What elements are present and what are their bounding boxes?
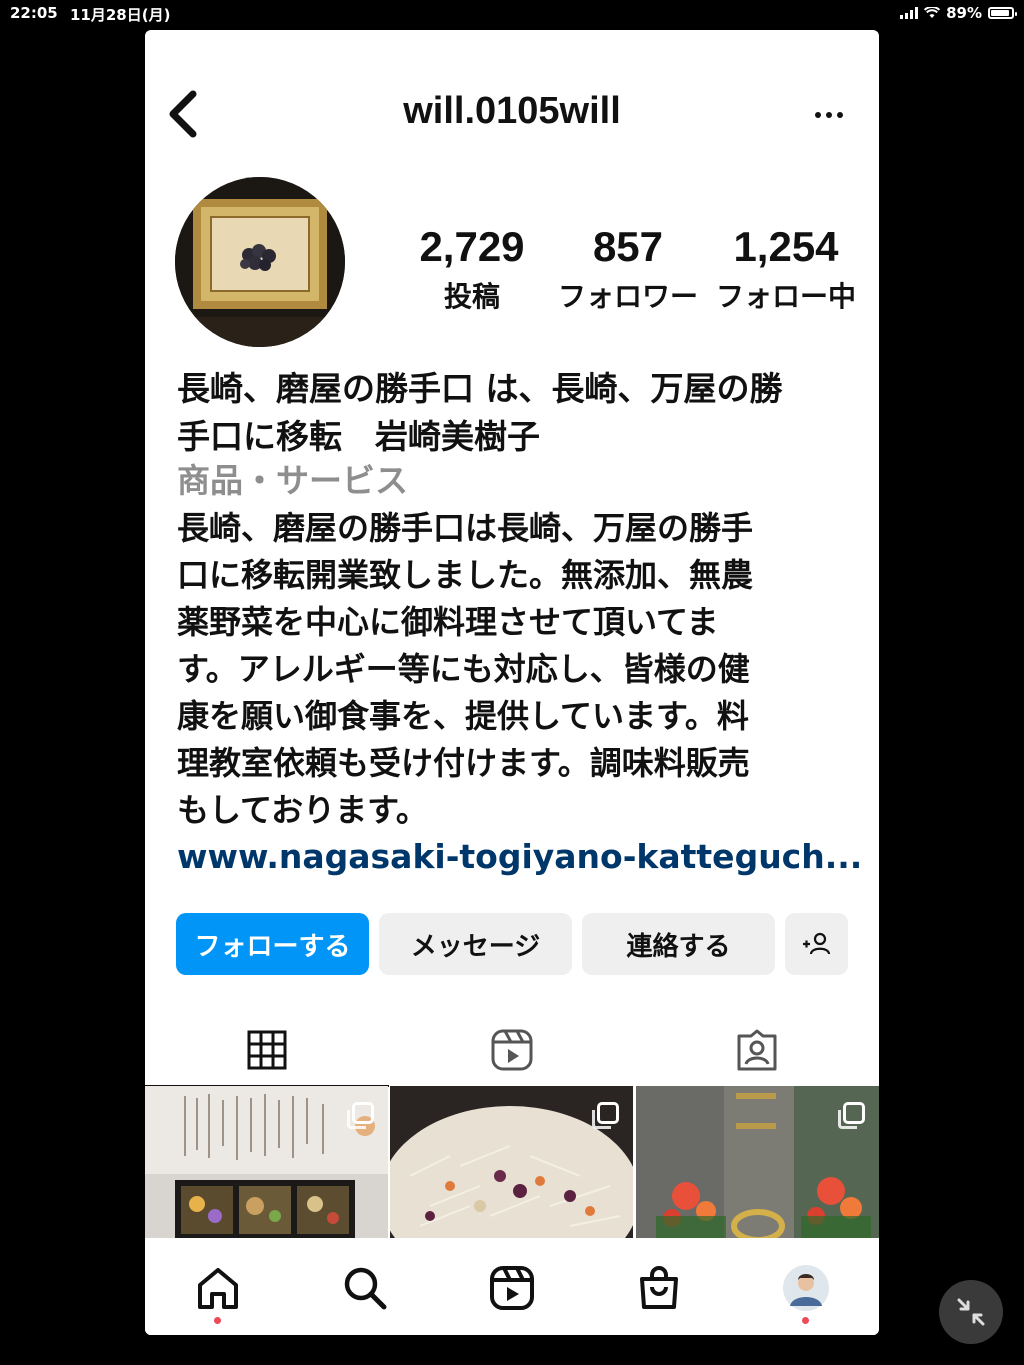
more-dot (815, 112, 821, 118)
profile-avatar (783, 1265, 829, 1311)
stat-value: 857 (592, 223, 664, 270)
cellular-signal-icon (900, 7, 919, 19)
grid-post-1[interactable] (145, 1086, 388, 1238)
tab-posts-grid[interactable] (145, 1015, 389, 1087)
contact-button[interactable]: 連絡する (582, 913, 775, 975)
nav-home[interactable] (188, 1258, 248, 1324)
notification-dot (214, 1317, 221, 1324)
instagram-profile-screen: will.0105will 2,729 投稿 857 フォロワー 1,254 フ… (145, 30, 879, 1335)
nav-profile[interactable] (776, 1258, 836, 1324)
tab-reels[interactable] (390, 1015, 634, 1085)
carousel-icon (838, 1102, 865, 1129)
add-person-icon (802, 932, 830, 955)
description-line: 口に移転開業致しました。無添加、無農 (177, 556, 754, 594)
post-grid (145, 1086, 879, 1238)
stat-value: 2,729 (419, 223, 525, 270)
tab-tagged[interactable] (635, 1015, 879, 1085)
wifi-icon (924, 7, 941, 18)
profile-header: will.0105will (145, 80, 879, 150)
name-line: 手口に移転 岩崎美樹子 (177, 417, 540, 456)
stat-label: フォロワー (557, 280, 698, 313)
grid-icon (247, 1030, 287, 1070)
battery-icon (988, 7, 1017, 19)
profile-username: will.0105will (403, 90, 621, 132)
home-icon (198, 1268, 238, 1309)
status-bar: 22:05 11月28日(月) 89% (0, 0, 1024, 28)
stat-label: 投稿 (443, 280, 500, 313)
nav-search[interactable] (335, 1258, 395, 1318)
description-line: 理教室依頼も受け付けます。調味料販売 (177, 744, 750, 782)
status-date: 11月28日(月) (70, 6, 171, 24)
battery-percent: 89% (946, 4, 982, 22)
description-line: 薬野菜を中心に御料理させて頂いてま (177, 603, 719, 641)
reels-icon (490, 1266, 534, 1310)
shop-icon (640, 1266, 678, 1309)
stat-value: 1,254 (733, 223, 839, 270)
posts-count[interactable]: 2,729 投稿 (407, 225, 537, 315)
profile-display-name: 長崎、磨屋の勝手口 は、長崎、万屋の勝 手口に移転 岩崎美樹子 (177, 365, 857, 461)
reels-icon (491, 1029, 533, 1071)
followers-count[interactable]: 857 フォロワー (553, 225, 703, 315)
avatar-painting-image (175, 177, 345, 347)
status-time: 22:05 (10, 4, 58, 22)
bottom-navigation (145, 1238, 879, 1335)
more-dot (837, 112, 843, 118)
carousel-icon (347, 1102, 374, 1129)
exit-fullscreen-button[interactable] (939, 1280, 1003, 1344)
suggested-accounts-button[interactable] (785, 913, 848, 975)
nav-reels[interactable] (482, 1258, 542, 1318)
message-button[interactable]: メッセージ (379, 913, 572, 975)
description-line: す。アレルギー等にも対応し、皆様の健 (177, 650, 750, 688)
search-icon (344, 1267, 387, 1310)
carousel-icon (592, 1102, 619, 1129)
stat-label: フォロー中 (715, 280, 856, 313)
profile-description: 長崎、磨屋の勝手口は長崎、万屋の勝手 口に移転開業致しました。無添加、無農 薬野… (177, 505, 857, 834)
notification-dot (802, 1317, 809, 1324)
grid-post-2[interactable] (390, 1086, 633, 1238)
nav-shop[interactable] (629, 1258, 689, 1318)
description-line: もしております。 (177, 791, 428, 829)
profile-website-link[interactable]: www.nagasaki-togiyano-katteguch... (177, 835, 862, 879)
collapse-arrows-icon (957, 1298, 985, 1326)
more-options-button[interactable] (809, 100, 849, 130)
name-line: 長崎、磨屋の勝手口 は、長崎、万屋の勝 (177, 369, 783, 408)
grid-post-3[interactable] (636, 1086, 879, 1238)
following-count[interactable]: 1,254 フォロー中 (711, 225, 861, 315)
follow-button[interactable]: フォローする (176, 913, 369, 975)
content-tabs (145, 1015, 879, 1087)
description-line: 長崎、磨屋の勝手口は長崎、万屋の勝手 (177, 509, 754, 547)
status-indicators: 89% (900, 4, 1017, 22)
profile-avatar[interactable] (175, 177, 345, 347)
tagged-icon (737, 1029, 777, 1071)
more-dot (826, 112, 832, 118)
profile-category: 商品・サービス (177, 461, 408, 500)
description-line: 康を願い御食事を、提供しています。料 (177, 697, 749, 735)
